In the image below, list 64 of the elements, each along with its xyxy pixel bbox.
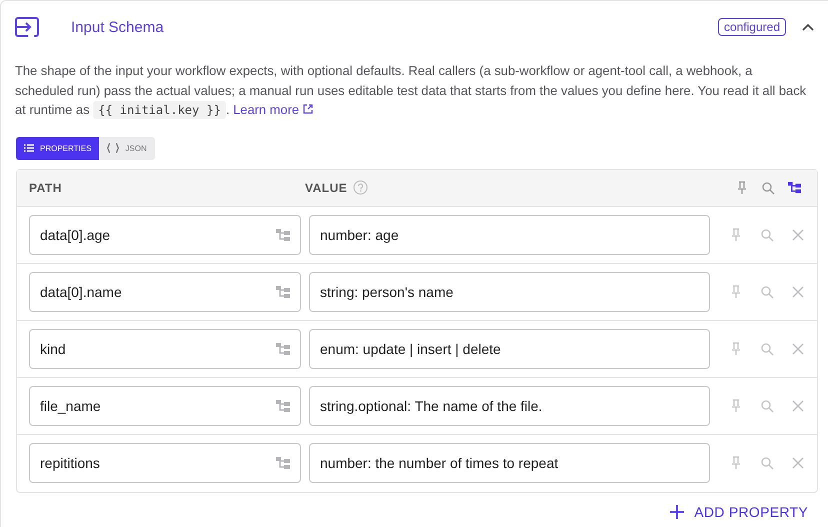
search-icon — [760, 284, 774, 298]
value-field[interactable]: enum: update | insert | delete — [309, 328, 710, 368]
view-tab[interactable]: JSON — [99, 136, 155, 160]
close-icon — [792, 457, 804, 469]
value-field[interactable]: string.optional: The name of the file. — [309, 386, 710, 426]
close-icon — [792, 400, 804, 412]
description-text: The shape of the input your workflow expects, with optional defaults. Real callers (a sub-workflow or agent-tool call, a webhook, a scheduled run) pass the actual values; a manual run uses editable test data that starts from the values you define here. You read it all back at runtime as {{ initial.key }} . Learn more — [15, 62, 808, 120]
add-property-button[interactable]: ADD PROPERTY — [664, 502, 814, 520]
tree-icon[interactable] — [276, 398, 290, 412]
tree-icon[interactable] — [276, 342, 290, 356]
column-header: PATH — [29, 180, 63, 194]
path-field[interactable]: file_name — [29, 386, 301, 426]
braces-icon — [107, 143, 120, 153]
delete-button[interactable] — [792, 342, 804, 356]
search-icon — [760, 228, 774, 242]
view-tab[interactable]: PROPERTIES — [16, 136, 100, 160]
column-header: VALUE — [305, 180, 348, 194]
tree-icon[interactable] — [276, 456, 290, 470]
pin-icon — [730, 228, 742, 242]
search-button[interactable] — [760, 456, 774, 470]
plus-icon — [670, 504, 684, 518]
value-field[interactable]: number: age — [309, 214, 710, 254]
pin-icon — [730, 342, 742, 356]
tree-icon[interactable] — [276, 228, 290, 242]
pin-button[interactable] — [730, 342, 742, 356]
external-link-icon — [302, 104, 313, 114]
list-icon — [24, 144, 34, 152]
close-icon — [792, 228, 804, 240]
pin-button[interactable] — [730, 456, 742, 470]
search-button[interactable] — [760, 284, 774, 298]
pin-icon — [736, 180, 748, 194]
learn-more-link[interactable]: Learn more — [233, 102, 313, 117]
input-icon — [15, 17, 39, 37]
tree-icon[interactable] — [276, 284, 290, 298]
pin-button[interactable] — [730, 398, 742, 412]
close-icon — [792, 342, 804, 354]
status-badge: configured — [718, 18, 786, 36]
pin-button[interactable] — [730, 284, 742, 298]
path-field[interactable]: kind — [29, 328, 301, 368]
delete-button[interactable] — [792, 456, 804, 470]
search-icon — [760, 456, 774, 470]
value-field[interactable]: string: person's name — [309, 272, 710, 312]
search-button[interactable] — [760, 342, 774, 356]
path-field[interactable]: data[0].name — [29, 272, 301, 312]
search-button[interactable] — [760, 398, 774, 412]
search-button[interactable] — [760, 228, 774, 242]
delete-button[interactable] — [792, 284, 804, 298]
pin-icon — [730, 284, 742, 298]
path-field[interactable]: repititions — [29, 443, 301, 483]
help-icon — [353, 180, 368, 195]
search-icon — [761, 180, 775, 194]
delete-button[interactable] — [792, 228, 804, 242]
search-icon — [760, 398, 774, 412]
search-icon — [760, 342, 774, 356]
pin-icon — [730, 398, 742, 412]
delete-button[interactable] — [792, 398, 804, 412]
collapse-button[interactable] — [802, 23, 814, 31]
path-field[interactable]: data[0].age — [29, 214, 301, 254]
close-icon — [792, 286, 804, 298]
tree-view-icon[interactable] — [788, 180, 801, 194]
section-title: Input Schema — [71, 18, 165, 36]
pin-button[interactable] — [730, 228, 742, 242]
pin-icon — [730, 456, 742, 470]
value-field[interactable]: number: the number of times to repeat — [309, 443, 710, 483]
